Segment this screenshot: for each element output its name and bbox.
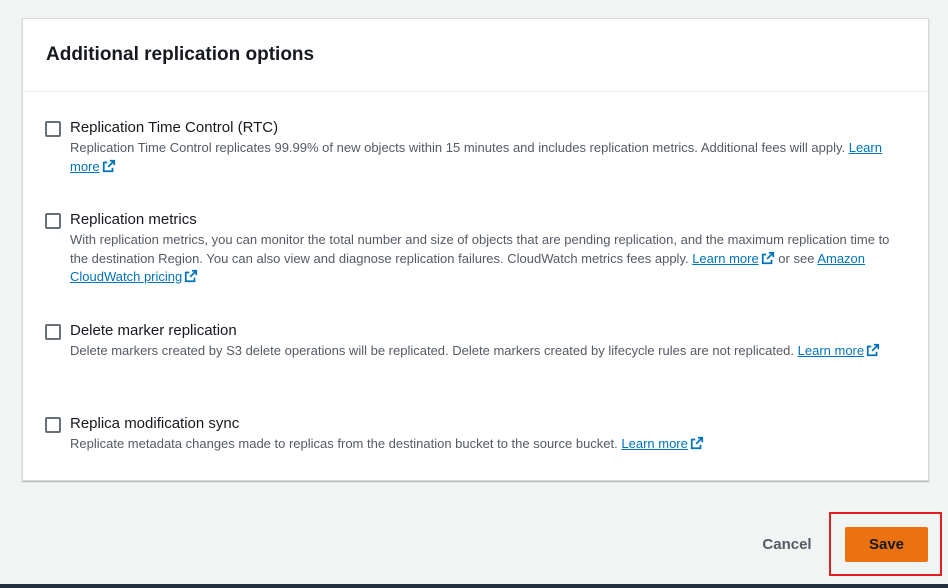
- replication-metrics-learn-more-label[interactable]: Learn more: [692, 251, 758, 266]
- additional-replication-options-panel: Additional replication options Replicati…: [22, 18, 929, 481]
- external-link-icon[interactable]: [761, 251, 775, 265]
- delete-marker-replication-description: Delete markers created by S3 delete oper…: [70, 342, 880, 361]
- option-rtc: Replication Time Control (RTC) Replicati…: [45, 118, 906, 176]
- save-button[interactable]: Save: [845, 527, 928, 562]
- replica-sync-description-text: Replicate metadata changes made to repli…: [70, 436, 622, 451]
- external-link-icon[interactable]: [102, 159, 116, 173]
- replica-modification-sync-checkbox[interactable]: [45, 417, 61, 433]
- external-link-icon[interactable]: [184, 269, 198, 283]
- panel-header: Additional replication options: [23, 19, 928, 92]
- rtc-description: Replication Time Control replicates 99.9…: [70, 139, 906, 176]
- panel-title: Additional replication options: [46, 44, 315, 65]
- delete-marker-replication-label[interactable]: Delete marker replication: [70, 321, 880, 341]
- option-delete-marker-replication: Delete marker replication Delete markers…: [45, 321, 906, 361]
- rtc-description-text: Replication Time Control replicates 99.9…: [70, 140, 849, 155]
- delete-marker-description-text: Delete markers created by S3 delete oper…: [70, 343, 798, 358]
- replication-metrics-label[interactable]: Replication metrics: [70, 210, 906, 230]
- external-link-icon[interactable]: [690, 436, 704, 450]
- external-link-icon[interactable]: [866, 343, 880, 357]
- replica-modification-sync-label[interactable]: Replica modification sync: [70, 414, 704, 434]
- delete-marker-learn-more-label[interactable]: Learn more: [798, 343, 864, 358]
- cancel-button[interactable]: Cancel: [751, 527, 823, 561]
- delete-marker-replication-checkbox[interactable]: [45, 324, 61, 340]
- replica-modification-sync-description: Replicate metadata changes made to repli…: [70, 435, 704, 454]
- option-replica-modification-sync: Replica modification sync Replicate meta…: [45, 414, 906, 454]
- replication-metrics-learn-more-link[interactable]: Learn more: [692, 251, 758, 266]
- delete-marker-learn-more-link[interactable]: Learn more: [798, 343, 864, 358]
- replica-sync-learn-more-label[interactable]: Learn more: [621, 436, 687, 451]
- option-replication-metrics: Replication metrics With replication met…: [45, 210, 906, 287]
- rtc-label[interactable]: Replication Time Control (RTC): [70, 118, 906, 138]
- replication-metrics-checkbox[interactable]: [45, 213, 61, 229]
- replica-sync-learn-more-link[interactable]: Learn more: [621, 436, 687, 451]
- footer-bar: [0, 584, 948, 588]
- replication-metrics-description: With replication metrics, you can monito…: [70, 231, 906, 287]
- rtc-checkbox[interactable]: [45, 121, 61, 137]
- or-see-text: or see: [774, 250, 818, 266]
